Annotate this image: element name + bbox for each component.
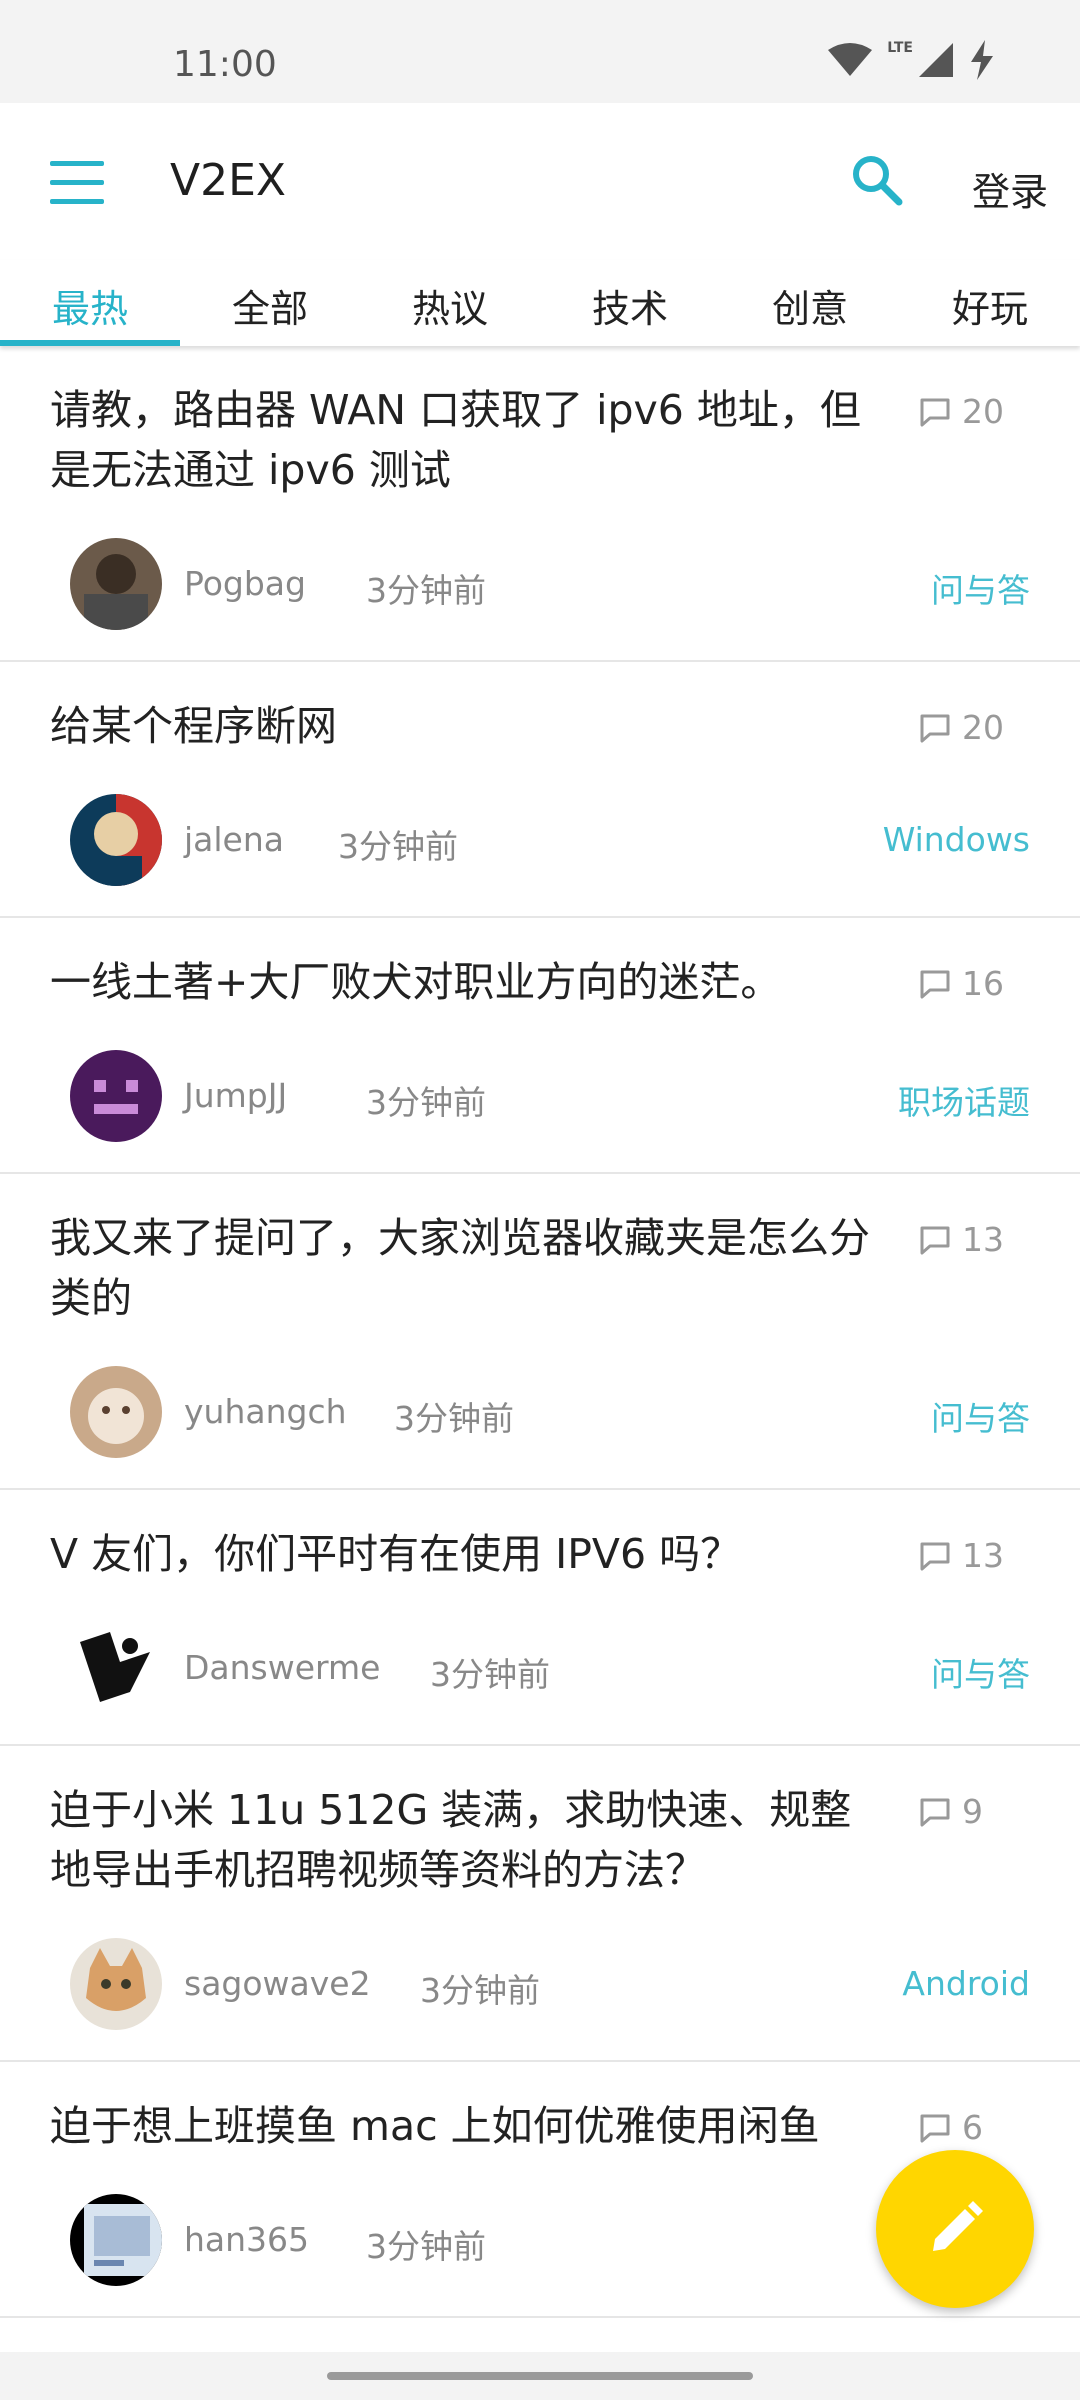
status-icons: LTE (827, 40, 995, 80)
username[interactable]: yuhangch (184, 1392, 347, 1431)
battery-charging-icon (971, 40, 993, 80)
comment-count: 20 (918, 392, 1004, 431)
node-tag[interactable]: 问与答 (931, 1392, 1030, 1440)
comment-count: 13 (918, 1220, 1004, 1259)
topic-item[interactable]: V 友们，你们平时有在使用 IPV6 吗？ 13 Danswerme 3分钟前 … (0, 1490, 1080, 1746)
tab-creative[interactable]: 创意 (720, 260, 900, 346)
topic-item[interactable]: 请教，路由器 WAN 口获取了 ipv6 地址，但是无法通过 ipv6 测试 2… (0, 346, 1080, 662)
comment-count: 13 (918, 1536, 1004, 1575)
node-tag[interactable]: Android (902, 1964, 1030, 2003)
username[interactable]: han365 (184, 2220, 309, 2259)
avatar[interactable] (70, 794, 162, 886)
comment-count: 6 (918, 2108, 983, 2147)
avatar[interactable] (70, 1938, 162, 2030)
comment-count-value: 9 (962, 1792, 983, 1831)
signal-icon (919, 43, 953, 77)
menu-icon[interactable] (46, 161, 106, 205)
comment-count-value: 13 (962, 1536, 1004, 1575)
post-time: 3分钟前 (366, 1083, 486, 1122)
search-icon[interactable] (850, 153, 904, 207)
comment-icon (920, 398, 950, 426)
post-time: 3分钟前 (338, 827, 458, 866)
comment-count-value: 6 (962, 2108, 983, 2147)
username[interactable]: jalena (184, 820, 284, 859)
avatar[interactable] (70, 538, 162, 630)
login-button[interactable]: 登录 (972, 161, 1048, 216)
topic-title[interactable]: 一线土著+大厂败犬对职业方向的迷茫。 (50, 952, 880, 1012)
topic-title[interactable]: 迫于想上班摸鱼 mac 上如何优雅使用闲鱼 (50, 2096, 880, 2156)
comment-count: 9 (918, 1792, 983, 1831)
post-time: 3分钟前 (430, 1655, 550, 1694)
node-tag[interactable]: 问与答 (931, 564, 1030, 612)
tab-discussed[interactable]: 热议 (360, 260, 540, 346)
navigation-bar (0, 2352, 1080, 2400)
comment-icon (920, 970, 950, 998)
topic-list: 请教，路由器 WAN 口获取了 ipv6 地址，但是无法通过 ipv6 测试 2… (0, 346, 1080, 2318)
status-bar: 11:00 LTE (0, 0, 1080, 103)
comment-count: 20 (918, 708, 1004, 747)
comment-icon (920, 2114, 950, 2142)
comment-count-value: 16 (962, 964, 1004, 1003)
topic-title[interactable]: 我又来了提问了，大家浏览器收藏夹是怎么分类的 (50, 1208, 880, 1328)
tab-tech[interactable]: 技术 (540, 260, 720, 346)
username[interactable]: sagowave2 (184, 1964, 371, 2003)
comment-icon (920, 1226, 950, 1254)
tab-hot[interactable]: 最热 (0, 260, 180, 346)
app-bar: V2EX 登录 (0, 103, 1080, 260)
node-tag[interactable]: 问与答 (931, 1648, 1030, 1696)
tab-bar: 最热 全部 热议 技术 创意 好玩 (0, 260, 1080, 346)
network-type-label: LTE (887, 40, 913, 56)
topic-title[interactable]: V 友们，你们平时有在使用 IPV6 吗？ (50, 1524, 880, 1584)
post-time: 3分钟前 (420, 1971, 540, 2010)
avatar[interactable] (70, 1050, 162, 1142)
username[interactable]: Pogbag (184, 564, 306, 603)
topic-item[interactable]: 给某个程序断网 20 jalena 3分钟前 Windows (0, 662, 1080, 918)
status-time: 11:00 (173, 44, 277, 85)
app-title: V2EX (170, 155, 287, 206)
topic-title[interactable]: 给某个程序断网 (50, 696, 880, 756)
node-tag[interactable]: 职场话题 (898, 1076, 1030, 1124)
node-tag[interactable]: Windows (883, 820, 1030, 859)
post-time: 3分钟前 (394, 1399, 514, 1438)
post-time: 3分钟前 (366, 571, 486, 610)
comment-icon (920, 714, 950, 742)
tab-fun[interactable]: 好玩 (900, 260, 1080, 346)
comment-count-value: 20 (962, 708, 1004, 747)
tab-all[interactable]: 全部 (180, 260, 360, 346)
topic-title[interactable]: 迫于小米 11u 512G 装满，求助快速、规整地导出手机招聘视频等资料的方法？ (50, 1780, 880, 1900)
avatar[interactable] (70, 1366, 162, 1458)
pencil-icon (933, 2201, 983, 2251)
comment-count-value: 20 (962, 392, 1004, 431)
post-time: 3分钟前 (366, 2227, 486, 2266)
avatar[interactable] (70, 1622, 162, 1714)
username[interactable]: JumpJJ (184, 1076, 287, 1115)
topic-item[interactable]: 迫于小米 11u 512G 装满，求助快速、规整地导出手机招聘视频等资料的方法？… (0, 1746, 1080, 2062)
topic-title[interactable]: 请教，路由器 WAN 口获取了 ipv6 地址，但是无法通过 ipv6 测试 (50, 380, 880, 500)
comment-count: 16 (918, 964, 1004, 1003)
topic-item[interactable]: 我又来了提问了，大家浏览器收藏夹是怎么分类的 13 yuhangch 3分钟前 … (0, 1174, 1080, 1490)
home-gesture-handle[interactable] (327, 2372, 753, 2380)
wifi-icon (828, 43, 873, 76)
topic-item[interactable]: 一线土著+大厂败犬对职业方向的迷茫。 16 JumpJJ 3分钟前 职场话题 (0, 918, 1080, 1174)
comment-icon (920, 1798, 950, 1826)
username[interactable]: Danswerme (184, 1648, 380, 1687)
avatar[interactable] (70, 2194, 162, 2286)
new-topic-button[interactable] (876, 2150, 1034, 2308)
comment-icon (920, 1542, 950, 1570)
comment-count-value: 13 (962, 1220, 1004, 1259)
